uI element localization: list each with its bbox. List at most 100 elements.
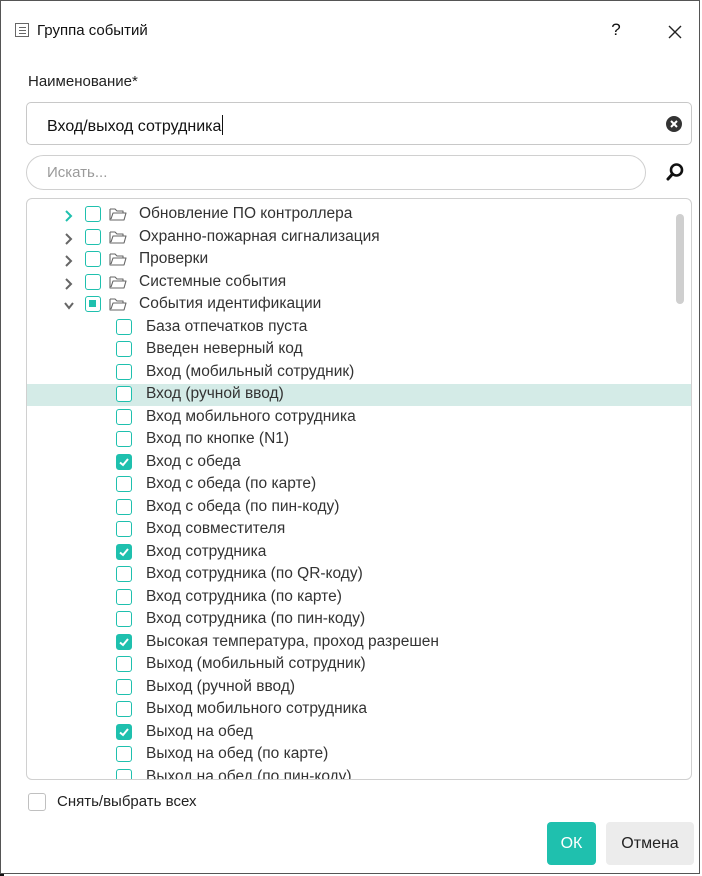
item-label: Вход (мобильный сотрудник) bbox=[146, 362, 355, 380]
tree-item-row[interactable]: База отпечатков пуста bbox=[27, 317, 691, 339]
item-label: База отпечатков пуста bbox=[146, 317, 308, 335]
item-checkbox[interactable] bbox=[116, 318, 132, 335]
tree-item-row[interactable]: Вход сотрудника (по QR-коду) bbox=[27, 564, 691, 586]
item-label: Выход на обед (по пин-коду) bbox=[146, 767, 352, 780]
tree-item-row[interactable]: Вход с обеда (по карте) bbox=[27, 474, 691, 496]
item-label: Введен неверный код bbox=[146, 340, 303, 357]
search-icon[interactable] bbox=[665, 162, 685, 182]
help-button[interactable]: ? bbox=[606, 20, 626, 42]
item-checkbox[interactable] bbox=[116, 768, 132, 779]
item-label: Вход по кнопке (N1) bbox=[146, 430, 290, 447]
item-label: Вход сотрудника (по пин-коду) bbox=[146, 610, 366, 627]
item-checkbox[interactable] bbox=[116, 386, 132, 402]
item-checkbox[interactable] bbox=[116, 633, 132, 650]
item-checkbox[interactable] bbox=[116, 341, 132, 357]
group-checkbox[interactable] bbox=[85, 251, 101, 267]
group-checkbox[interactable] bbox=[85, 296, 101, 312]
group-checkbox[interactable] bbox=[85, 273, 101, 290]
item-checkbox[interactable] bbox=[116, 746, 132, 762]
search-input[interactable]: Искать... bbox=[26, 155, 646, 190]
chevron-right-icon[interactable] bbox=[64, 254, 74, 267]
event-tree: Обновление ПО контроллера Охранно-пожарна… bbox=[26, 198, 692, 780]
name-input[interactable]: Вход/выход сотрудника bbox=[26, 102, 692, 145]
folder-icon bbox=[109, 296, 127, 312]
tree-item-row[interactable]: Вход совместителя bbox=[27, 519, 691, 541]
item-checkbox[interactable] bbox=[116, 701, 132, 717]
tree-group-row[interactable]: События идентификации bbox=[27, 294, 691, 316]
tree-item-row[interactable]: Введен неверный код bbox=[27, 339, 691, 361]
item-checkbox[interactable] bbox=[116, 588, 132, 605]
folder-icon bbox=[109, 229, 127, 245]
tree-item-row[interactable]: Выход на обед (по пин-коду) bbox=[27, 767, 691, 780]
tree-group-row[interactable]: Обновление ПО контроллера bbox=[27, 204, 691, 226]
item-label: Выход на обед (по карте) bbox=[146, 745, 329, 762]
tree-item-row[interactable]: Выход мобильного сотрудника bbox=[27, 699, 691, 721]
tree-item-row[interactable]: Вход сотрудника (по карте) bbox=[27, 587, 691, 609]
group-label: Обновление ПО контроллера bbox=[139, 205, 353, 222]
group-checkbox[interactable] bbox=[85, 228, 101, 245]
tree-item-row[interactable]: Вход мобильного сотрудника bbox=[27, 407, 691, 429]
select-all-checkbox[interactable] bbox=[28, 793, 46, 811]
item-checkbox[interactable] bbox=[116, 408, 132, 425]
clear-icon[interactable] bbox=[665, 115, 683, 133]
cancel-button[interactable]: Отмена bbox=[606, 822, 694, 865]
item-checkbox[interactable] bbox=[116, 678, 132, 695]
tree-item-row[interactable]: Вход сотрудника bbox=[27, 542, 691, 564]
item-label: Вход совместителя bbox=[146, 520, 286, 537]
item-checkbox[interactable] bbox=[116, 543, 132, 560]
tree-item-row[interactable]: Вход (ручной ввод) bbox=[27, 384, 691, 406]
item-checkbox[interactable] bbox=[116, 498, 132, 515]
dialog-title: Группа событий bbox=[37, 22, 148, 39]
tree-item-row[interactable]: Выход на обед bbox=[27, 722, 691, 744]
tree-item-row[interactable]: Вход с обеда (по пин-коду) bbox=[27, 497, 691, 519]
item-label: Высокая температура, проход разрешен bbox=[146, 632, 439, 650]
tree-group-row[interactable]: Системные события bbox=[27, 272, 691, 294]
item-checkbox[interactable] bbox=[116, 363, 132, 380]
item-label: Вход с обеда (по карте) bbox=[146, 475, 317, 492]
chevron-right-icon[interactable] bbox=[64, 277, 74, 290]
group-label: Проверки bbox=[139, 250, 209, 267]
tree-item-row[interactable]: Вход по кнопке (N1) bbox=[27, 429, 691, 451]
item-checkbox[interactable] bbox=[116, 566, 132, 582]
tree-group-row[interactable]: Проверки bbox=[27, 249, 691, 271]
name-field-label: Наименование* bbox=[28, 73, 138, 90]
item-label: Выход (мобильный сотрудник) bbox=[146, 655, 366, 672]
item-checkbox[interactable] bbox=[116, 453, 132, 470]
tree-item-row[interactable]: Вход с обеда bbox=[27, 452, 691, 474]
folder-icon bbox=[109, 251, 127, 267]
item-checkbox[interactable] bbox=[116, 611, 132, 627]
chevron-down-icon[interactable] bbox=[64, 299, 74, 311]
ok-button[interactable]: ОК bbox=[547, 822, 596, 865]
group-label: Системные события bbox=[139, 272, 287, 290]
item-label: Вход сотрудника bbox=[146, 542, 267, 560]
item-checkbox[interactable] bbox=[116, 521, 132, 537]
close-icon[interactable] bbox=[663, 20, 687, 44]
tree-item-row[interactable]: Вход сотрудника (по пин-коду) bbox=[27, 609, 691, 631]
scrollbar-track[interactable] bbox=[676, 199, 686, 779]
tree-item-row[interactable]: Высокая температура, проход разрешен bbox=[27, 632, 691, 654]
tree-item-row[interactable]: Вход (мобильный сотрудник) bbox=[27, 362, 691, 384]
group-label: События идентификации bbox=[139, 295, 322, 312]
scrollbar-thumb[interactable] bbox=[676, 214, 684, 304]
item-label: Выход мобильного сотрудника bbox=[146, 700, 368, 717]
tree-item-row[interactable]: Выход (ручной ввод) bbox=[27, 677, 691, 699]
item-checkbox[interactable] bbox=[116, 431, 132, 447]
tree-group-row[interactable]: Охранно-пожарная сигнализация bbox=[27, 227, 691, 249]
list-icon bbox=[15, 23, 29, 37]
chevron-right-icon[interactable] bbox=[64, 232, 74, 245]
item-checkbox[interactable] bbox=[116, 723, 132, 740]
item-label: Вход сотрудника (по QR-коду) bbox=[146, 565, 363, 582]
chevron-right-icon[interactable] bbox=[64, 209, 74, 222]
tree-item-row[interactable]: Выход на обед (по карте) bbox=[27, 744, 691, 766]
item-label: Вход (ручной ввод) bbox=[146, 385, 284, 402]
text-caret bbox=[222, 115, 224, 135]
item-checkbox[interactable] bbox=[116, 656, 132, 672]
group-checkbox[interactable] bbox=[85, 206, 101, 222]
search-placeholder: Искать... bbox=[47, 164, 108, 181]
folder-icon bbox=[109, 274, 127, 290]
item-label: Выход на обед bbox=[146, 722, 253, 740]
item-checkbox[interactable] bbox=[116, 476, 132, 492]
tree-item-row[interactable]: Выход (мобильный сотрудник) bbox=[27, 654, 691, 676]
item-label: Вход сотрудника (по карте) bbox=[146, 587, 342, 605]
item-label: Вход с обеда bbox=[146, 452, 241, 470]
